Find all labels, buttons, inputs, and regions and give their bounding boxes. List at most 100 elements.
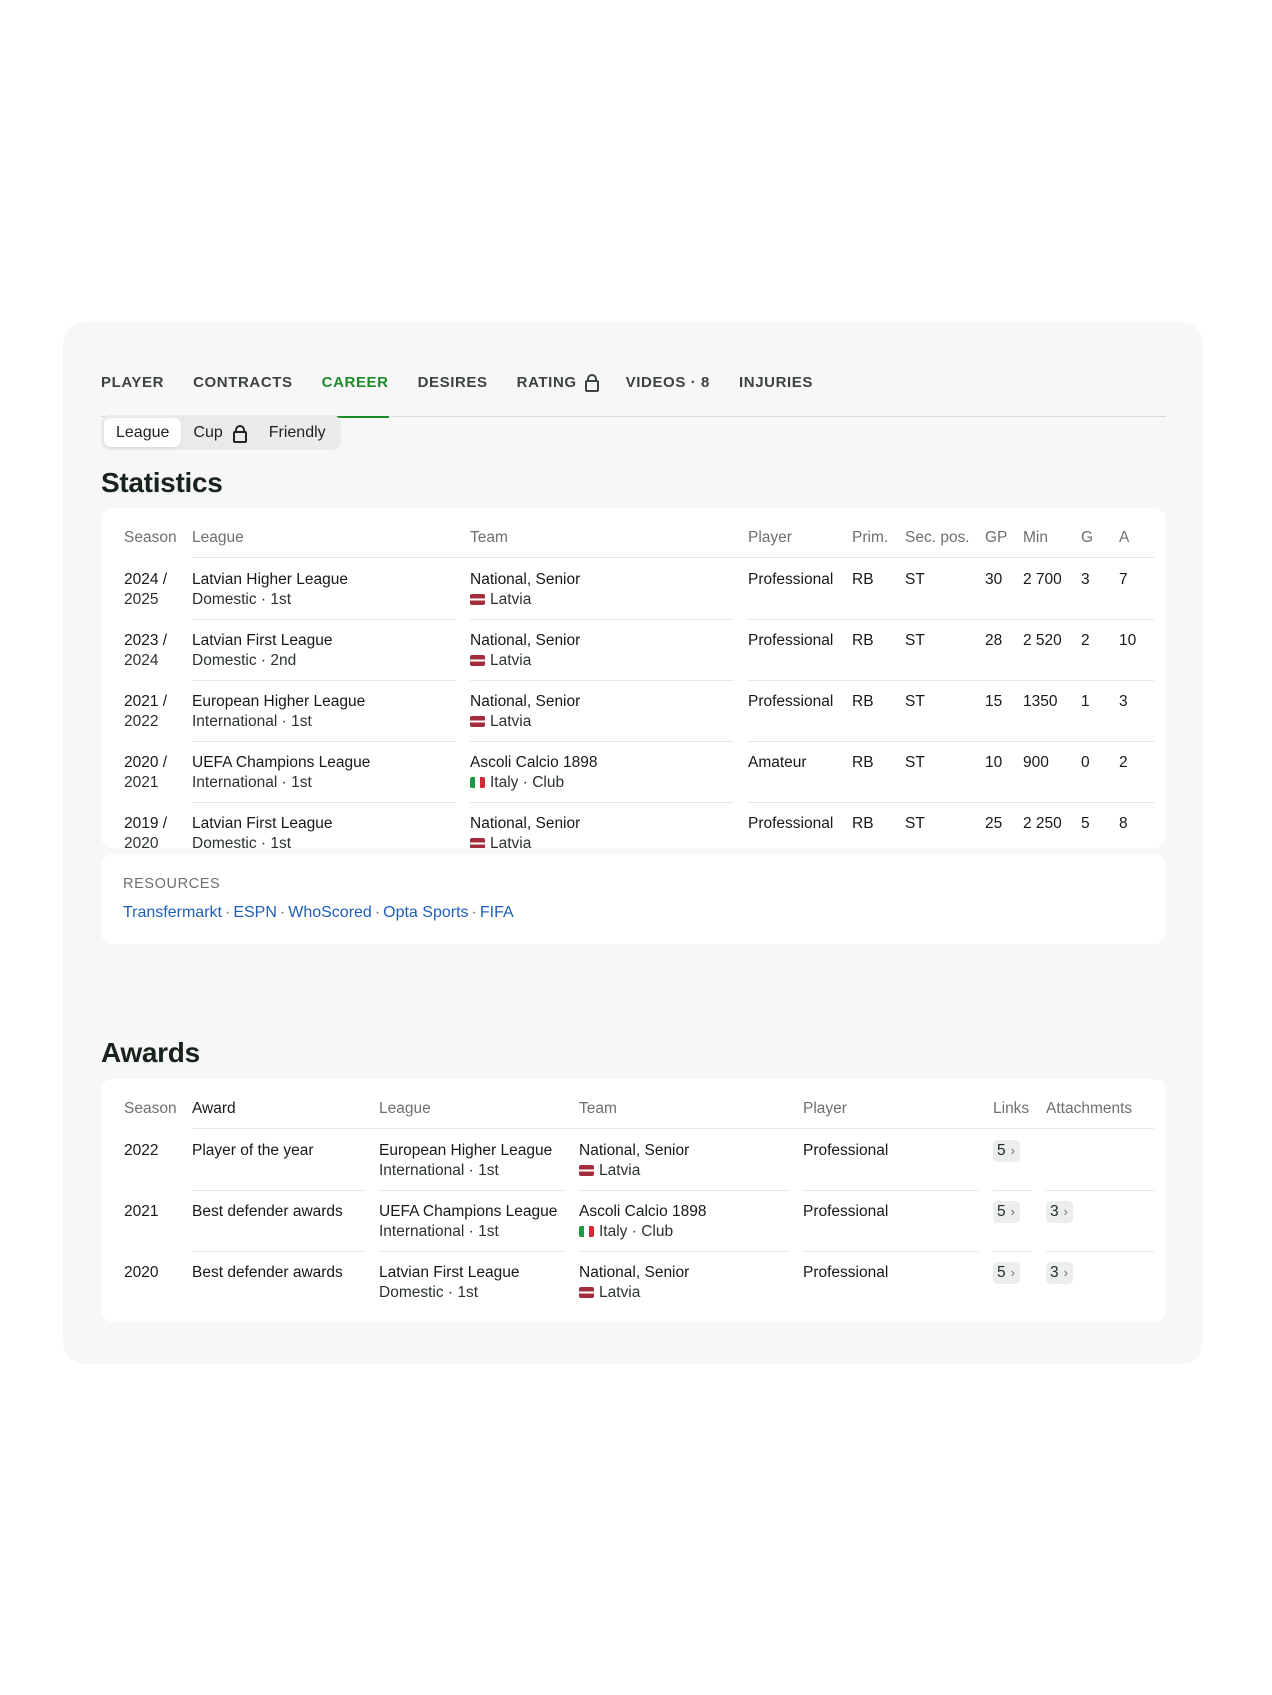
table-row[interactable]: 2020 Best defender awards Latvian First Le… (124, 1251, 1154, 1312)
column-header-attachments[interactable]: Attachments (1046, 1089, 1154, 1129)
cell-primary: Latvian First League (379, 1264, 520, 1281)
cell-secondary-text: International · 1st (192, 774, 312, 791)
table-row[interactable]: 2022 Player of the year European Higher Le… (124, 1129, 1154, 1190)
count-pill-button[interactable]: 3 › (1046, 1201, 1073, 1223)
table-cell: 5 (1081, 802, 1119, 848)
tab-career[interactable]: CAREER (321, 362, 389, 418)
cell-primary: National, Senior (470, 571, 581, 588)
table-row[interactable]: 2021 Best defender awards UEFA Champions L… (124, 1190, 1154, 1251)
column-header-a[interactable]: A (1119, 518, 1154, 558)
table-cell: RB (852, 619, 905, 680)
tab-rating[interactable]: RATING (517, 362, 599, 417)
resource-link-transfermarkt[interactable]: Transfermarkt (123, 904, 222, 921)
tab-player[interactable]: PLAYER (101, 362, 164, 417)
count-pill-button[interactable]: 5 › (993, 1201, 1020, 1223)
competition-segmented-control: League Cup Friendly (101, 415, 341, 450)
career-card: PLAYER CONTRACTS CAREER DESIRES RATING VIDEOS… (63, 322, 1203, 1364)
table-cell: 3 › (1046, 1190, 1154, 1251)
table-cell: 3 › (1046, 1251, 1154, 1312)
cell-primary: Best defender awards (192, 1203, 343, 1220)
table-cell: 3 (1119, 680, 1154, 741)
cell-primary: Player of the year (192, 1142, 314, 1159)
cell-primary: 1350 (1023, 693, 1058, 710)
segment-cup[interactable]: Cup (181, 418, 256, 447)
table-row[interactable]: 2021 / 2022 European Higher League Internat… (124, 680, 1154, 741)
table-row[interactable]: 2024 / 2025 Latvian Higher League Domestic … (124, 558, 1154, 619)
cell-primary: Latvian Higher League (192, 571, 348, 588)
column-header-min[interactable]: Min (1023, 518, 1081, 558)
column-header-award[interactable]: Award (192, 1089, 379, 1129)
table-cell: 1350 (1023, 680, 1081, 741)
tab-desires[interactable]: DESIRES (418, 362, 488, 417)
column-header-league[interactable]: League (379, 1089, 579, 1129)
pill-count: 3 (1050, 1264, 1059, 1281)
column-header-team[interactable]: Team (579, 1089, 803, 1129)
count-pill-button[interactable]: 5 › (993, 1140, 1020, 1162)
table-cell: 2023 / 2024 (124, 619, 192, 680)
cell-secondary-text: Latvia (490, 652, 532, 669)
tab-videos-8[interactable]: VIDEOS · 8 (626, 362, 710, 417)
column-header-prim[interactable]: Prim. (852, 518, 905, 558)
column-header-g[interactable]: G (1081, 518, 1119, 558)
cell-primary: Professional (748, 571, 834, 588)
segment-friendly[interactable]: Friendly (257, 418, 338, 447)
resource-link-whoscored[interactable]: WhoScored (288, 904, 372, 921)
table-cell: European Higher League International · 1s… (379, 1129, 579, 1190)
cell-primary: 2021 (124, 1203, 159, 1220)
table-cell: UEFA Champions League International · 1st (192, 741, 470, 802)
table-row[interactable]: 2020 / 2021 UEFA Champions League Internati… (124, 741, 1154, 802)
table-cell: National, Senior Latvia (470, 558, 748, 619)
table-cell: Professional (748, 619, 852, 680)
cell-secondary-text: 2022 (124, 713, 159, 730)
resource-link-opta-sports[interactable]: Opta Sports (383, 904, 468, 921)
cell-primary: 15 (985, 693, 1003, 710)
table-cell: 2021 / 2022 (124, 680, 192, 741)
column-header-player[interactable]: Player (748, 518, 852, 558)
column-header-season[interactable]: Season (124, 518, 192, 558)
column-header-player[interactable]: Player (803, 1089, 993, 1129)
table-cell: UEFA Champions League International · 1st (379, 1190, 579, 1251)
table-cell: 3 (1081, 558, 1119, 619)
cell-secondary-text: 2025 (124, 591, 159, 608)
cell-secondary-text: Italy · Club (490, 774, 565, 791)
pill-count: 3 (1050, 1203, 1059, 1220)
cell-secondary: International · 1st (379, 1222, 565, 1242)
table-cell: 30 (985, 558, 1023, 619)
cell-primary: Latvian First League (192, 815, 333, 832)
column-header-links[interactable]: Links (993, 1089, 1046, 1129)
cell-primary: 2022 (124, 1142, 159, 1159)
cell-secondary: Domestic · 1st (379, 1283, 565, 1303)
table-row[interactable]: 2023 / 2024 Latvian First League Domestic ·… (124, 619, 1154, 680)
cell-secondary-text: Domestic · 1st (379, 1284, 479, 1301)
column-header-season[interactable]: Season (124, 1089, 192, 1129)
table-cell: 2022 (124, 1129, 192, 1190)
flag-lv-icon (579, 1165, 594, 1176)
cell-secondary-text: International · 1st (379, 1223, 499, 1240)
pill-count: 5 (997, 1203, 1006, 1220)
cell-primary: 2024 / (124, 571, 168, 588)
tab-contracts[interactable]: CONTRACTS (193, 362, 293, 417)
cell-primary: UEFA Champions League (379, 1203, 558, 1220)
table-cell: ST (905, 619, 985, 680)
column-header-sec-pos[interactable]: Sec. pos. (905, 518, 985, 558)
tab-label: DESIRES (417, 374, 488, 391)
cell-primary: Professional (748, 632, 834, 649)
column-header-league[interactable]: League (192, 518, 470, 558)
column-header-team[interactable]: Team (470, 518, 748, 558)
table-cell: National, Senior Latvia (579, 1129, 803, 1190)
resource-link-fifa[interactable]: FIFA (480, 904, 514, 921)
table-cell: Professional (748, 680, 852, 741)
lock-icon (232, 424, 247, 443)
table-cell: Best defender awards (192, 1251, 379, 1312)
table-row[interactable]: 2019 / 2020 Latvian First League Domestic ·… (124, 802, 1154, 848)
column-header-gp[interactable]: GP (985, 518, 1023, 558)
segment-league[interactable]: League (104, 418, 182, 447)
flag-lv-icon (470, 594, 485, 605)
cell-secondary: 2024 (124, 651, 178, 671)
tab-injuries[interactable]: INJURIES (739, 362, 813, 417)
resource-link-espn[interactable]: ESPN (233, 904, 277, 921)
count-pill-button[interactable]: 5 › (993, 1262, 1020, 1284)
table-cell: 1 (1081, 680, 1119, 741)
count-pill-button[interactable]: 3 › (1046, 1262, 1073, 1284)
cell-secondary-text: Domestic · 1st (192, 835, 292, 848)
